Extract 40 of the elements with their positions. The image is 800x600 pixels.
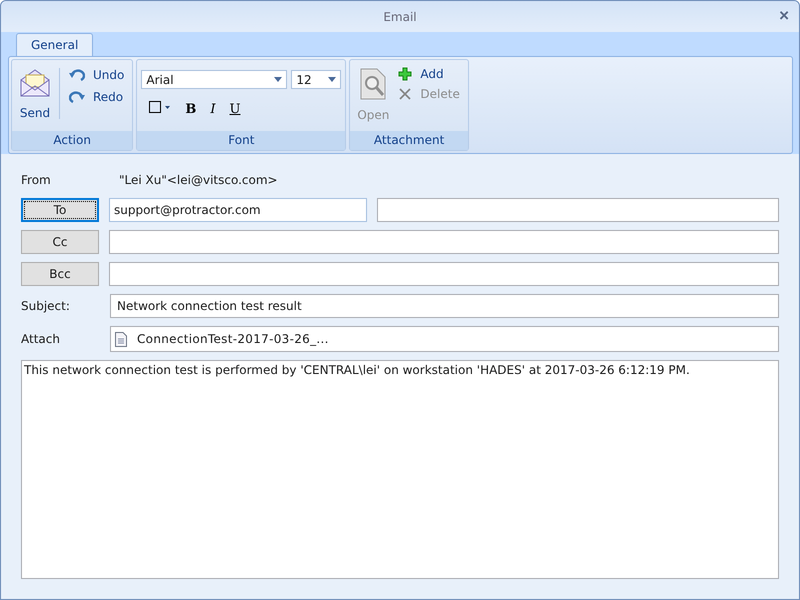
add-button[interactable]: Add <box>394 66 464 82</box>
from-label: From <box>21 173 52 187</box>
close-button[interactable]: × <box>779 9 789 23</box>
delete-icon <box>398 87 412 101</box>
from-address: "Lei Xu"<lei@vitsco.com> <box>119 173 278 187</box>
redo-button[interactable]: Redo <box>65 88 128 106</box>
bold-button[interactable]: B <box>181 99 200 119</box>
bcc-field[interactable] <box>109 262 779 286</box>
to-button[interactable]: To <box>21 198 99 222</box>
redo-icon <box>69 89 85 105</box>
italic-button[interactable]: I <box>206 99 220 119</box>
file-icon <box>115 332 127 346</box>
envelope-icon <box>19 68 51 98</box>
message-text: This network connection test is performed by 'CENTRAL\lei' on workstation 'HADES' at 2017-03-26 6:12:19 PM. <box>24 363 690 377</box>
window-title: Email <box>383 10 417 24</box>
attachment-name[interactable]: ConnectionTest-2017-03-26_... <box>137 332 329 346</box>
recipient-field[interactable] <box>377 198 779 222</box>
cc-button[interactable]: Cc <box>21 230 99 254</box>
attach-label: Attach <box>21 332 61 346</box>
cc-field[interactable] <box>109 230 779 254</box>
undo-icon <box>69 67 85 83</box>
group-label: Font <box>137 131 346 150</box>
dropdown-arrow-icon <box>274 77 282 82</box>
bcc-button[interactable]: Bcc <box>21 262 99 286</box>
ribbon-tab[interactable]: General <box>16 33 94 56</box>
group-label: Action <box>12 131 132 150</box>
subject-label: Subject: <box>21 299 71 313</box>
dropdown-arrow-icon <box>328 77 336 82</box>
plus-icon <box>398 67 412 81</box>
undo-button[interactable]: Undo <box>65 66 128 84</box>
border-icon <box>149 101 172 113</box>
font-size-dropdown[interactable]: 12 <box>291 70 342 89</box>
to-field[interactable]: support@protractor.com <box>109 198 367 222</box>
underline-button[interactable]: U <box>226 99 244 119</box>
message-body[interactable]: This network connection test is performed by 'CENTRAL\lei' on workstation 'HADES' at 2017-03-26 6:12:19 PM. <box>21 360 779 579</box>
subject-field[interactable]: Network connection test result <box>110 294 779 318</box>
document-search-icon <box>359 68 388 100</box>
font-family-dropdown[interactable]: Arial <box>141 70 288 89</box>
send-button[interactable]: Send <box>16 64 54 131</box>
group-label: Attachment <box>350 131 468 150</box>
